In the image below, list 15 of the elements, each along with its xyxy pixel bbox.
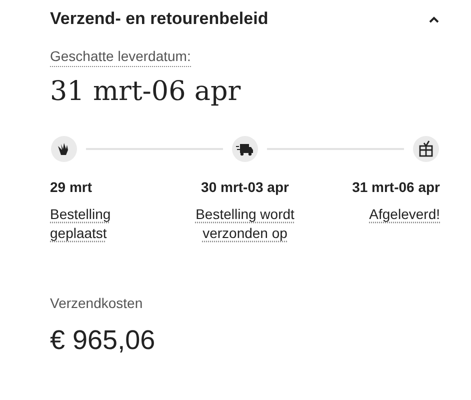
gift-icon — [412, 135, 440, 163]
step-date: 29 mrt — [50, 179, 92, 195]
section-title: Verzend- en retourenbeleid — [50, 9, 268, 29]
shipping-label: Verzendkosten — [50, 295, 144, 311]
step-date: 31 mrt-06 apr — [352, 179, 440, 195]
step-label[interactable]: Afgeleverd! — [369, 205, 440, 224]
chevron-icon[interactable] — [428, 15, 440, 23]
step-label[interactable]: Bestelling wordt verzonden op — [189, 205, 301, 243]
step-label[interactable]: Bestelling geplaatst — [50, 205, 162, 243]
hand-icon — [50, 135, 78, 163]
shipping-price: € 965,06 — [50, 325, 156, 356]
estimate-label[interactable]: Geschatte leverdatum: — [50, 48, 191, 67]
estimate-date: 31 mrt-06 apr — [50, 76, 242, 107]
truck-icon — [231, 135, 259, 163]
step-date: 30 mrt-03 apr — [201, 179, 289, 195]
